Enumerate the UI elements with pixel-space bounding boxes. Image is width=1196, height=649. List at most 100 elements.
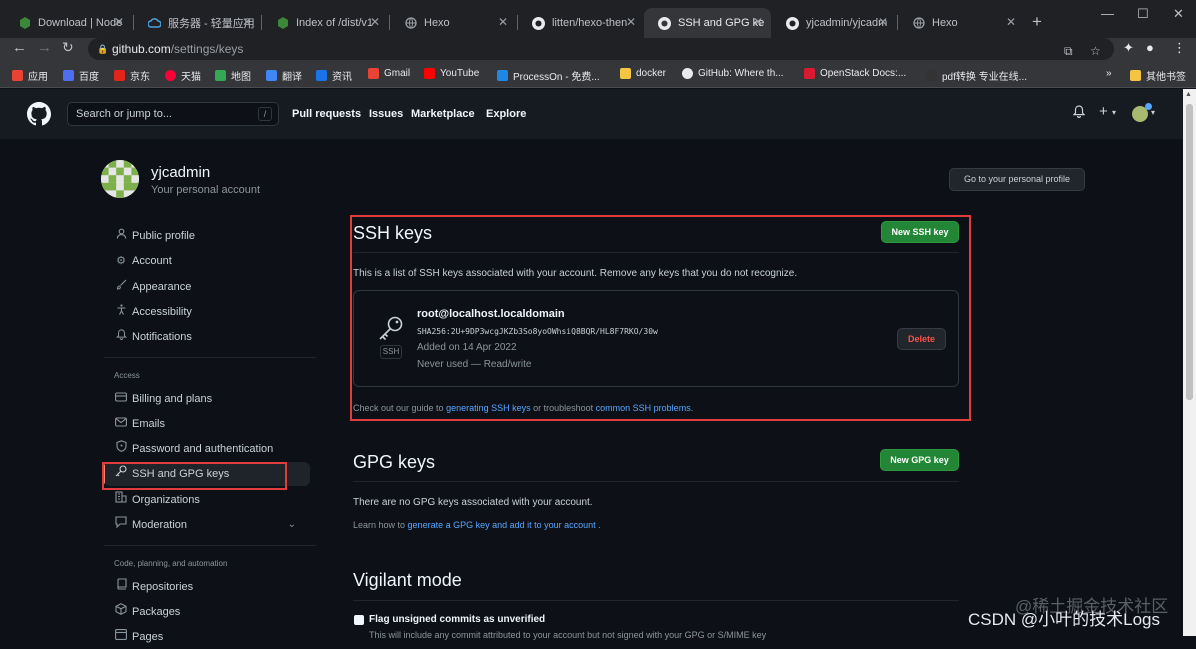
sidebar-item-label: Pages [132, 631, 164, 643]
sidebar-item-organizations[interactable]: Organizations [104, 488, 310, 512]
bookmark-item[interactable]: 翻译 [266, 68, 302, 83]
tmall-icon [165, 70, 176, 81]
bookmark-item[interactable]: 天猫 [165, 68, 201, 83]
bookmark-item[interactable]: OpenStack Docs:... [804, 68, 906, 79]
close-icon[interactable]: ✕ [878, 15, 888, 29]
scroll-up-arrow[interactable]: ▲ [1185, 91, 1192, 98]
sidebar-item-billing[interactable]: Billing and plans [104, 387, 310, 411]
sidebar-item-public-profile[interactable]: Public profile [104, 224, 310, 248]
sidebar-item-accessibility[interactable]: Accessibility [104, 300, 310, 324]
sidebar-item-pages[interactable]: Pages [104, 625, 310, 649]
bookmark-label: pdf转换 专业在线... [942, 72, 1028, 83]
close-icon[interactable]: ✕ [498, 15, 508, 29]
close-icon[interactable]: ✕ [114, 15, 124, 29]
translate-icon[interactable]: ⧉ [1064, 40, 1073, 62]
vigilant-mode-label[interactable]: Flag unsigned commits as unverified [369, 614, 545, 625]
browser-tab[interactable]: Hexo ✕ [390, 8, 516, 38]
chevron-down-icon[interactable]: ▾ [1112, 108, 1116, 117]
folder-icon [620, 68, 631, 79]
profile-name[interactable]: yjcadmin [151, 164, 210, 181]
browser-tab[interactable]: litten/hexo-then ✕ [518, 8, 644, 38]
bookmark-item[interactable]: 百度 [63, 68, 99, 83]
bookmark-item[interactable]: ProcessOn - 免费... [497, 68, 600, 83]
nav-issues[interactable]: Issues [369, 108, 403, 120]
sidebar-item-password[interactable]: Password and authentication [104, 437, 310, 461]
bookmark-star-icon[interactable]: ☆ [1090, 40, 1101, 62]
minimize-icon[interactable]: — [1101, 6, 1114, 21]
profile-icon[interactable]: ● [1146, 40, 1154, 55]
lock-icon: 🔒 [97, 44, 109, 54]
bookmark-item[interactable]: pdf转换 专业在线... [926, 68, 1027, 83]
browser-tab[interactable]: Index of /dist/v1 ✕ [262, 8, 388, 38]
bookmark-label: 资讯 [332, 72, 352, 83]
close-icon[interactable]: ✕ [370, 15, 380, 29]
bookmark-item[interactable]: 应用 [12, 68, 48, 83]
bell-icon[interactable] [1072, 105, 1086, 121]
nav-marketplace[interactable]: Marketplace [411, 108, 475, 120]
other-bookmarks[interactable]: 其他书签 [1130, 68, 1186, 83]
watermark-csdn: CSDN @小叶的技术Logs [968, 610, 1161, 629]
browser-tab-active[interactable]: SSH and GPG ke ✕ [644, 8, 771, 38]
scrollbar-thumb[interactable] [1186, 104, 1193, 400]
sidebar-item-emails[interactable]: Emails [104, 412, 310, 436]
browser-tab[interactable]: Hexo ✕ [898, 8, 1024, 38]
sidebar-item-appearance[interactable]: Appearance [104, 275, 310, 299]
sidebar-item-label: Organizations [132, 494, 200, 506]
browser-tab-strip: Download | Node ✕ 服务器 - 轻量应用 ✕ Index of … [0, 0, 1196, 38]
vigilant-mode-checkbox[interactable] [354, 615, 364, 625]
back-icon[interactable]: ← [12, 39, 27, 56]
maximize-icon[interactable]: ☐ [1137, 6, 1149, 22]
sidebar-item-moderation[interactable]: Moderation ⌄ [104, 513, 310, 537]
sidebar-item-repositories[interactable]: Repositories [104, 575, 310, 599]
close-icon[interactable]: ✕ [753, 15, 763, 29]
generate-gpg-key-link[interactable]: generate a GPG key and add it to your ac… [408, 520, 596, 530]
new-tab-icon[interactable]: + [1032, 12, 1042, 32]
annotation-highlight-ssh-section [350, 215, 971, 421]
forward-icon[interactable]: → [37, 39, 52, 56]
sidebar-item-label: Emails [132, 418, 166, 430]
browser-tab[interactable]: Download | Node ✕ [4, 8, 132, 38]
sidebar-item-label: Billing and plans [132, 393, 213, 405]
bookmark-item[interactable]: docker [620, 68, 666, 79]
new-gpg-key-button[interactable]: New GPG key [880, 449, 959, 471]
sidebar-item-account[interactable]: ⚙ Account [104, 249, 310, 273]
close-window-icon[interactable]: ✕ [1173, 6, 1184, 22]
menu-icon[interactable]: ⋮ [1173, 40, 1186, 56]
sidebar-item-packages[interactable]: Packages [104, 600, 310, 624]
bookmark-item[interactable]: GitHub: Where th... [682, 68, 784, 79]
close-icon[interactable]: ✕ [626, 15, 636, 29]
github-logo-icon[interactable] [27, 102, 51, 131]
url-input[interactable]: 🔒 github.com/settings/keys ⧉ ☆ [88, 38, 1114, 60]
repo-icon [114, 575, 128, 599]
bookmark-label: 地图 [231, 72, 251, 83]
bookmark-item[interactable]: 资讯 [316, 68, 352, 83]
go-to-profile-button[interactable]: Go to your personal profile [949, 168, 1085, 191]
extensions-icon[interactable]: ✦ [1123, 40, 1134, 56]
bookmark-item[interactable]: 地图 [215, 68, 251, 83]
nav-pull-requests[interactable]: Pull requests [292, 108, 361, 120]
browser-tab[interactable]: 服务器 - 轻量应用 ✕ [134, 8, 260, 38]
profile-subtitle: Your personal account [151, 184, 261, 196]
credit-card-icon [114, 387, 128, 411]
sidebar-item-label: Public profile [132, 230, 195, 242]
close-icon[interactable]: ✕ [242, 15, 252, 29]
bookmark-label: 其他书签 [1146, 72, 1186, 83]
bookmarks-overflow[interactable]: » [1106, 68, 1112, 79]
search-input[interactable]: Search or jump to... / [67, 102, 279, 126]
globe-icon [912, 17, 925, 30]
bookmark-item[interactable]: YouTube [424, 68, 479, 79]
browser-tab[interactable]: yjcadmin/yjcadm ✕ [772, 8, 896, 38]
profile-avatar[interactable] [101, 160, 139, 198]
plus-icon[interactable]: + [1099, 103, 1108, 120]
chevron-down-icon[interactable]: ▾ [1151, 108, 1155, 117]
chevron-down-icon[interactable]: ⌄ [288, 513, 296, 537]
sidebar-item-notifications[interactable]: Notifications [104, 325, 310, 349]
bookmark-item[interactable]: Gmail [368, 68, 410, 79]
reload-icon[interactable]: ↻ [62, 39, 74, 56]
bookmark-item[interactable]: 京东 [114, 68, 150, 83]
browser-icon [114, 625, 128, 649]
nav-explore[interactable]: Explore [486, 108, 526, 120]
close-icon[interactable]: ✕ [1006, 15, 1016, 29]
address-bar-row: ← → ↻ 🔒 github.com/settings/keys ⧉ ☆ ✦ ●… [0, 38, 1196, 62]
bookmark-label: 应用 [28, 72, 48, 83]
